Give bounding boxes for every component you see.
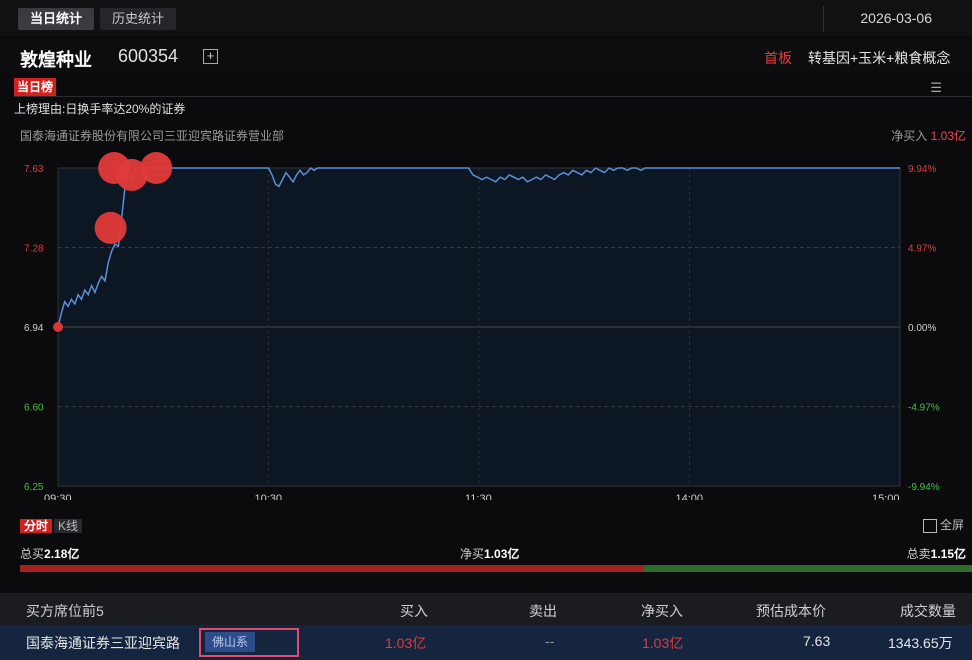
y-tick-left: 6.94 — [24, 323, 44, 334]
col-buy: 买入 — [400, 603, 428, 619]
y-tick-left: 7.63 — [24, 164, 44, 175]
mode-kline[interactable]: K线 — [54, 519, 83, 533]
trade-marker — [140, 152, 173, 184]
add-watchlist-icon[interactable]: + — [203, 49, 218, 64]
table-header: 买方席位前5 买入 卖出 净买入 预估成本价 成交数量 — [0, 593, 972, 625]
stock-header: 敦煌种业 600354 + 首板 转基因+玉米+粮食概念 — [0, 38, 972, 74]
sell-value: -- — [545, 633, 555, 649]
trade-marker — [53, 322, 63, 332]
col-seat: 买方席位前5 — [26, 603, 104, 619]
y-tick-right: 9.94% — [908, 164, 936, 175]
buy-ratio-bar — [20, 565, 644, 572]
chart-mode-tabs: 分时 K线 — [20, 517, 83, 535]
net-buy-value: 1.03亿 — [642, 635, 684, 651]
list-reason: 上榜理由:日换手率达20%的证券 — [14, 102, 186, 116]
cost-value: 7.63 — [803, 633, 831, 649]
trade-marker — [94, 211, 127, 244]
volume-value: 1343.65万 — [888, 635, 953, 651]
sell-ratio-bar — [643, 565, 972, 572]
col-cost: 预估成本价 — [756, 603, 826, 619]
fullscreen-icon — [922, 518, 937, 533]
col-net-buy: 净买入 — [641, 603, 683, 619]
stock-code: 600354 — [118, 46, 179, 66]
col-sell: 卖出 — [529, 603, 557, 619]
col-volume: 成交数量 — [900, 603, 956, 619]
net-buy-summary: 净买入 1.03亿 — [891, 127, 966, 144]
x-tick-label: 09:30 — [44, 493, 72, 500]
tab-today-stats[interactable]: 当日统计 — [18, 8, 95, 30]
list-view-icon[interactable]: ☰ — [930, 80, 942, 96]
concept-label: 转基因+玉米+粮食概念 — [808, 50, 951, 66]
net-buy-label: 净买入 — [891, 129, 928, 143]
table-row[interactable]: 国泰海通证券三亚迎宾路 1.03亿 -- 1.03亿 7.63 1343.65万 — [0, 625, 972, 660]
top-tab-bar: 当日统计 历史统计 2026-03-06 — [0, 0, 972, 36]
x-tick-label: 10:30 — [255, 493, 283, 500]
buy-value: 1.03亿 — [385, 635, 427, 651]
seat-name: 国泰海通证券三亚迎宾路 — [26, 635, 180, 651]
y-tick-right: 0.00% — [908, 323, 936, 334]
x-tick-label: 11:30 — [465, 493, 492, 500]
x-tick-label: 15:00 — [872, 493, 900, 500]
y-tick-right: 4.97% — [908, 244, 936, 255]
fullscreen-label: 全屏 — [939, 518, 964, 532]
today-list-badge[interactable]: 当日榜 — [14, 78, 57, 96]
x-tick-label: 14:00 — [676, 493, 704, 500]
date-label[interactable]: 2026-03-06 — [860, 10, 932, 26]
intraday-chart[interactable]: 7.63 9.94% 7.28 4.97% 6.94 0.00% 6.60 -4.97% 6.2… — [0, 150, 972, 500]
mode-intraday[interactable]: 分时 — [20, 519, 53, 533]
totals-row: 总买2.18亿 净买1.03亿 总卖1.15亿 — [0, 540, 972, 564]
y-tick-left: 6.25 — [24, 482, 44, 493]
y-tick-left: 7.28 — [24, 244, 44, 255]
tab-history-stats[interactable]: 历史统计 — [100, 8, 177, 30]
total-sell: 总卖1.15亿 — [906, 547, 966, 561]
total-net-buy: 净买1.03亿 — [460, 547, 520, 561]
divider — [14, 96, 972, 97]
net-buy-value: 1.03亿 — [930, 129, 966, 143]
stock-name: 敦煌种业 — [20, 50, 92, 70]
y-tick-left: 6.60 — [24, 403, 44, 414]
y-tick-right: -9.94% — [908, 482, 940, 493]
highlight-box — [199, 628, 299, 657]
y-tick-right: -4.97% — [908, 403, 940, 414]
fullscreen-button[interactable]: 全屏 — [922, 516, 964, 533]
divider — [823, 6, 824, 32]
broker-name: 国泰海通证券股份有限公司三亚迎宾路证券营业部 — [20, 129, 285, 143]
first-board-label: 首板 — [764, 50, 792, 66]
total-buy: 总买2.18亿 — [20, 547, 80, 561]
